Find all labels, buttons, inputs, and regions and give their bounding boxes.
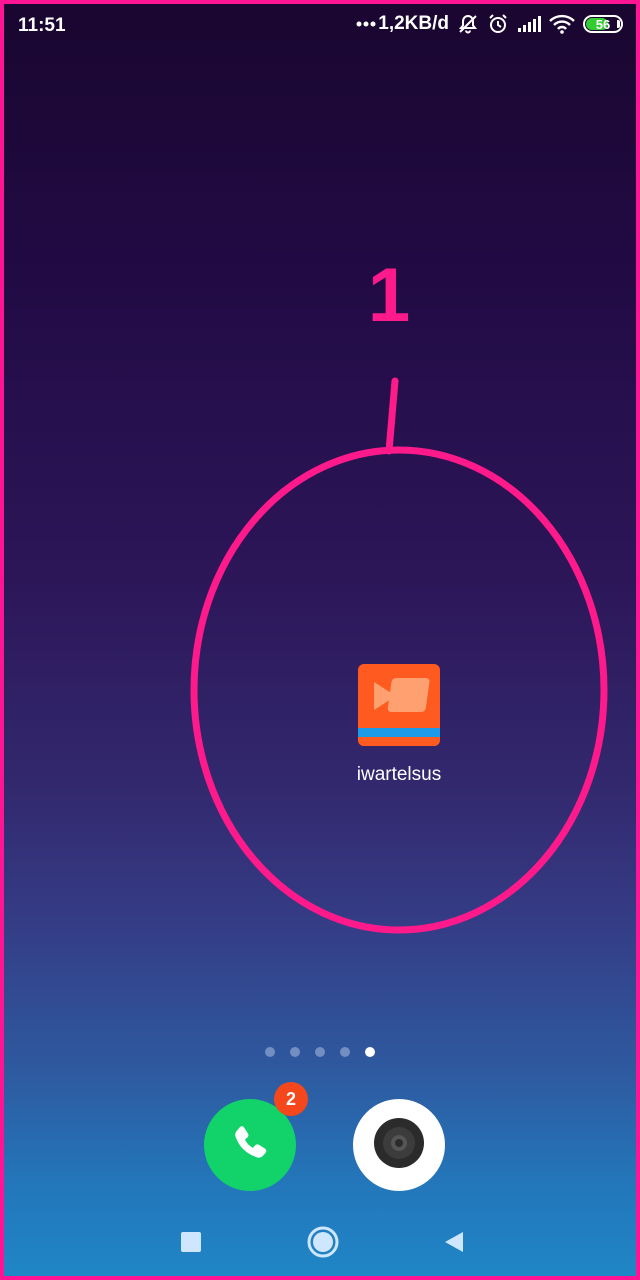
network-speed: 1,2KB/d (378, 13, 449, 34)
missed-calls-badge: 2 (274, 1082, 308, 1116)
status-bar: 11:51 1,2KB/d 56 (4, 4, 636, 48)
app-label: iwartelsus (356, 764, 442, 785)
home-icon[interactable] (307, 1226, 339, 1258)
page-dot[interactable] (265, 1047, 275, 1057)
page-dot[interactable] (315, 1047, 325, 1057)
status-time: 11:51 (18, 15, 66, 36)
page-indicator (4, 1047, 636, 1057)
status-icons: 1,2KB/d 56 (356, 13, 623, 35)
camera-icon (373, 1117, 425, 1174)
recents-icon[interactable] (181, 1232, 201, 1252)
phone-icon (228, 1121, 272, 1170)
more-dots-icon (356, 20, 376, 28)
home-screen: 11:51 1,2KB/d 56 1 iwartelsus 2 (0, 0, 640, 1280)
battery-icon: 56 (583, 15, 623, 33)
video-camera-icon[interactable] (358, 664, 440, 746)
page-dot-active[interactable] (365, 1047, 375, 1057)
app-iwartelsus[interactable]: iwartelsus (334, 664, 464, 786)
battery-level: 56 (595, 16, 611, 32)
alarm-icon (487, 13, 509, 35)
mute-bell-icon (457, 13, 479, 35)
annotation-highlight (190, 377, 608, 934)
signal-icon (517, 15, 541, 33)
page-dot[interactable] (340, 1047, 350, 1057)
back-icon[interactable] (442, 1230, 466, 1254)
camera-app[interactable] (353, 1099, 445, 1191)
wifi-icon (549, 14, 575, 34)
annotation-number: 1 (367, 253, 411, 338)
page-dot[interactable] (290, 1047, 300, 1057)
